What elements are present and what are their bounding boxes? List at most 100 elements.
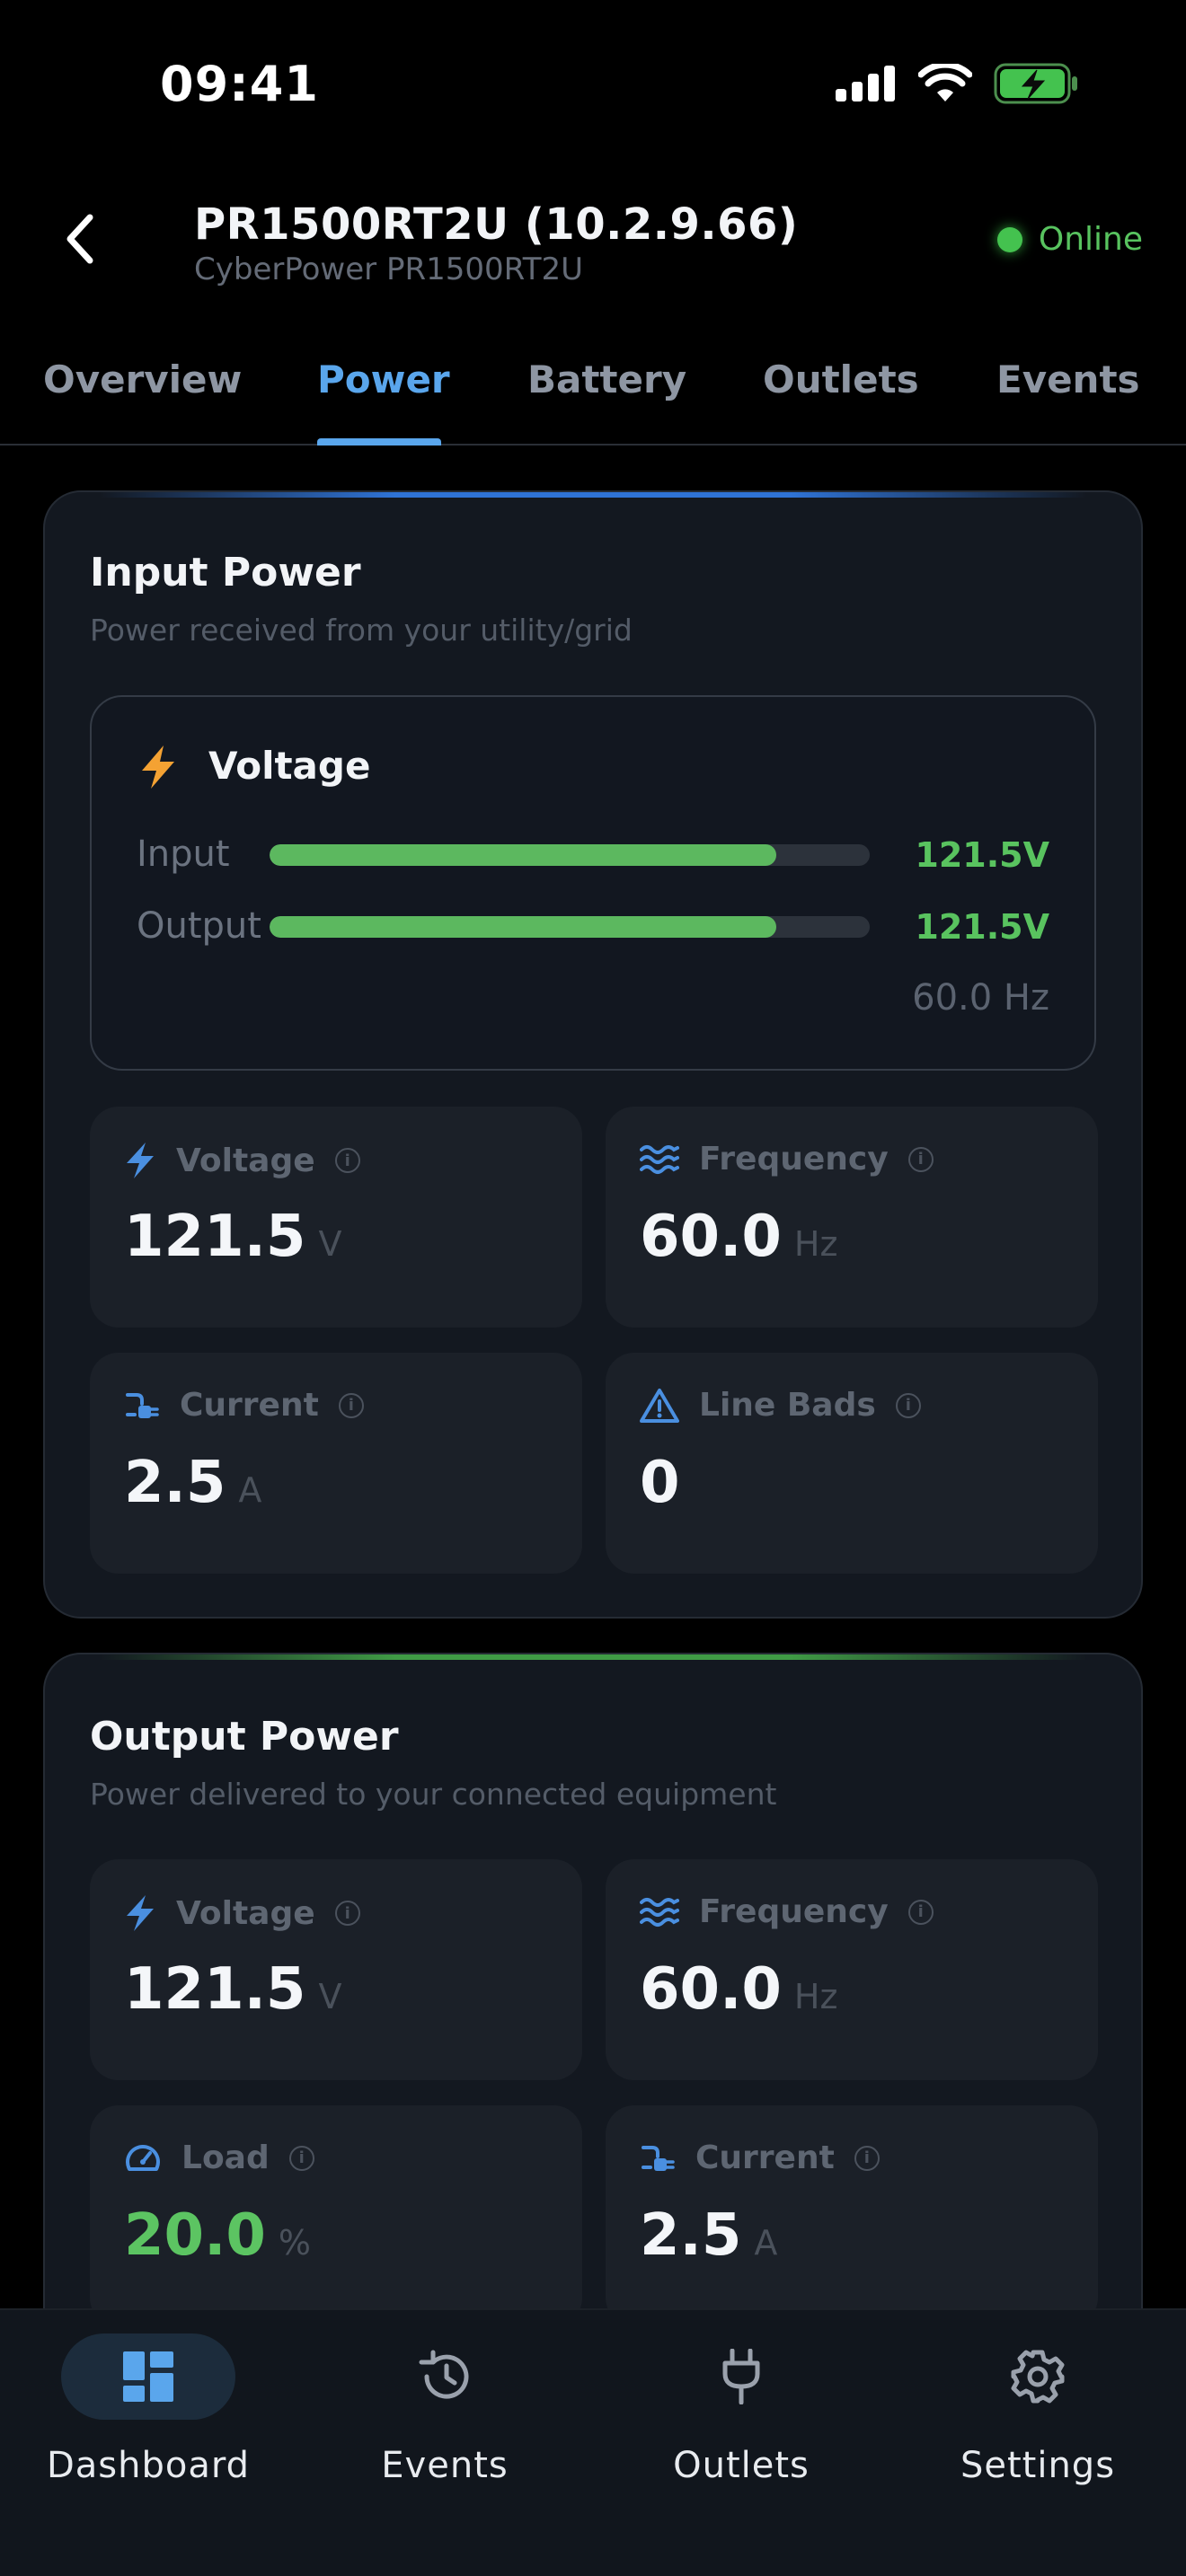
wifi-icon [918,64,972,101]
nav-outlets[interactable]: Outlets [593,2326,890,2551]
metric-unit: A [238,1470,262,1510]
dashboard-icon [123,2351,173,2402]
nav-label: Settings [960,2445,1116,2486]
bolt-icon [127,1895,154,1931]
bolt-icon [142,745,174,789]
metric-value: 2.5 [124,1450,226,1516]
card-description: Power received from your utility/grid [90,613,633,648]
metric-unit: V [318,1977,342,2016]
voltage-summary: Voltage Input 121.5V Output 121.5V 60.0 … [90,695,1096,1071]
output-voltage-value: 121.5V [915,907,1049,947]
info-icon[interactable]: i [338,1392,364,1418]
gauge-icon [126,2144,160,2171]
output-voltage-bar [270,916,870,938]
tab-outlets[interactable]: Outlets [763,357,919,401]
device-power-screen: 09:41 PR1500RT2U (10.2.9.66) CyberPower … [0,0,1186,2576]
metric-value: 2.5 [640,2202,742,2269]
input-voltage-bar [270,844,870,866]
metric-label: Frequency [699,1141,889,1178]
output-power-card: Output Power Power delivered to your con… [43,1653,1143,2389]
metric-unit: % [278,2223,312,2263]
voltage-summary-title: Voltage [208,744,371,788]
metric-unit: V [318,1224,342,1264]
nav-label: Events [381,2445,509,2486]
device-subtitle: CyberPower PR1500RT2U [194,251,584,287]
gear-icon [1011,2350,1065,2404]
card-description: Power delivered to your connected equipm… [90,1777,777,1812]
plug-icon [722,2349,760,2404]
card-accent-bar [99,1654,1087,1660]
metric-tile-current: Current i 2.5 A [90,1353,582,1574]
info-icon[interactable]: i [907,1899,934,1925]
active-tab-indicator [317,438,441,446]
nav-events[interactable]: Events [296,2326,593,2551]
chevron-left-icon [66,214,93,264]
back-button[interactable] [47,207,111,271]
metric-value: 0 [640,1450,680,1516]
metric-label: Line Bads [699,1387,876,1424]
status-bar: 09:41 [0,0,1186,171]
input-power-card: Input Power Power received from your uti… [43,490,1143,1619]
info-icon[interactable]: i [334,1901,360,1926]
metric-label: Voltage [176,1894,315,1932]
card-accent-bar [99,492,1087,498]
bolt-icon [127,1142,154,1178]
metric-tile-frequency: Frequency i 60.0 Hz [606,1107,1098,1328]
metric-value: 121.5 [124,1204,306,1270]
metric-value: 20.0 [124,2202,266,2269]
waves-icon [640,1144,679,1174]
metric-unit: Hz [793,1224,838,1264]
metric-tile-voltage: Voltage i 121.5 V [90,1107,582,1328]
tab-battery[interactable]: Battery [527,357,686,401]
status-text: Online [1038,221,1143,258]
metric-tile-current: Current i 2.5 A [606,2105,1098,2326]
input-voltage-bar-fill [270,844,777,866]
status-badge: Online [996,221,1143,258]
online-dot-icon [996,226,1022,252]
info-icon[interactable]: i [854,2145,880,2171]
metric-label: Current [695,2139,835,2176]
tab-power[interactable]: Power [317,357,450,401]
metric-value: 60.0 [640,1956,782,2023]
output-voltage-label: Output [137,905,261,947]
nav-label: Dashboard [46,2445,250,2486]
nav-dashboard[interactable]: Dashboard [0,2326,296,2551]
tab-events[interactable]: Events [996,357,1140,401]
metric-label: Current [180,1387,319,1424]
output-voltage-bar-fill [270,916,777,938]
metric-value: 60.0 [640,1204,782,1270]
metric-label: Voltage [176,1142,315,1179]
warning-icon [640,1388,679,1423]
card-title: Output Power [90,1714,399,1760]
device-title: PR1500RT2U (10.2.9.66) [194,199,799,250]
card-title: Input Power [90,550,361,595]
plug-current-icon [642,2145,675,2171]
info-icon[interactable]: i [288,2145,314,2171]
metric-label: Load [181,2139,270,2176]
status-icons [836,63,1078,104]
plug-current-icon [126,1392,159,1418]
status-time: 09:41 [160,56,319,112]
nav-label: Outlets [673,2445,810,2486]
history-icon [419,2350,469,2399]
metric-tile-load: Load i 20.0 % [90,2105,582,2326]
metric-unit: Hz [793,1977,838,2016]
input-voltage-value: 121.5V [915,835,1049,875]
info-icon[interactable]: i [907,1146,934,1172]
metric-tile-voltage: Voltage i 121.5 V [90,1859,582,2080]
input-voltage-label: Input [137,834,230,875]
metric-tile-line-bads: Line Bads i 0 [606,1353,1098,1574]
metric-unit: A [754,2223,778,2263]
metric-label: Frequency [699,1893,889,1930]
frequency-readout: 60.0 Hz [912,977,1049,1019]
info-icon[interactable]: i [895,1392,921,1418]
metric-tile-frequency: Frequency i 60.0 Hz [606,1859,1098,2080]
info-icon[interactable]: i [334,1148,360,1173]
tab-bar: Overview Power Battery Outlets Events [0,332,1186,446]
app-header: PR1500RT2U (10.2.9.66) CyberPower PR1500… [0,171,1186,332]
nav-settings[interactable]: Settings [890,2326,1186,2551]
metric-value: 121.5 [124,1956,306,2023]
tab-overview[interactable]: Overview [43,357,242,401]
cellular-signal-icon [836,66,895,101]
battery-charging-icon [994,63,1077,104]
